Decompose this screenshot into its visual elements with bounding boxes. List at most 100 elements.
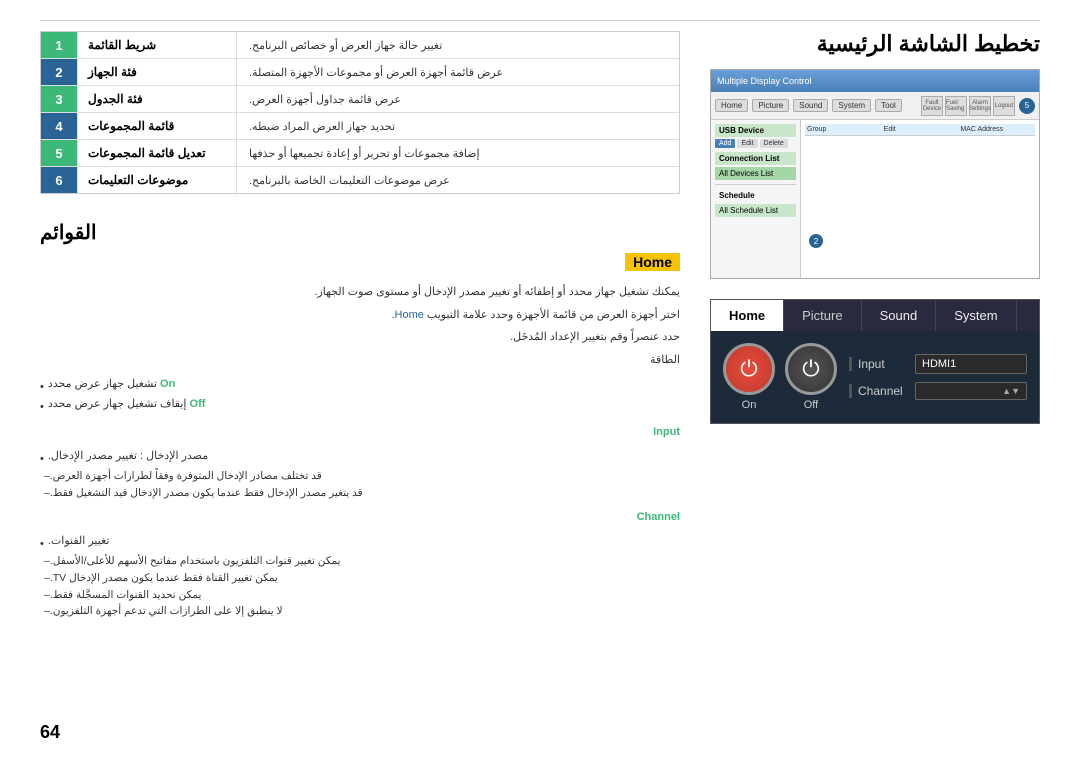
sw-col-mac: MAC Address [960,126,1033,133]
sw-titlebar: Multiple Display Control [711,70,1039,92]
channel-stepper[interactable]: ▲▼ [915,382,1027,400]
taqa-label: الطاقة [40,351,680,370]
sw-edit-btn[interactable]: Edit [737,139,757,148]
sw-content: USB Device Add Edit Delete Connection Li… [711,120,1039,279]
sw-divider [715,184,796,185]
row-desc-6: عرض موضوعات التعليمات الخاصة بالبرنامج. [237,167,679,193]
numbered-table: 1 شريط القائمة تغيير حالة جهاز العرض أو … [40,31,680,194]
sw-icon-fault: Fault Device [921,96,943,116]
sw-all-schedule: All Schedule List [715,204,796,217]
sw-device-icons: Fault Device Fuel Saving Alarm Settings … [921,96,1015,116]
sw-conn-label: Connection List [715,152,796,165]
sw-sidebar: USB Device Add Edit Delete Connection Li… [711,120,801,279]
sw-badge-2: 2 [809,234,823,248]
input-sub2: – قد يتغير مصدر الإدخال فقط عندما يكون م… [40,485,680,502]
channel-sub4: – لا ينطبق إلا على الطرازات التي تدعم أج… [40,603,680,620]
top-rule [40,20,1040,21]
tab-system[interactable]: System [936,300,1016,331]
sw-icon-logout: Logout [993,96,1015,116]
row-label-5: تعديل قائمة المجموعات [77,140,237,166]
tab-picture[interactable]: Picture [784,300,861,331]
off-label: Off [785,399,837,411]
row-number-3: 3 [41,86,77,112]
input-select[interactable]: HDMI1 [915,354,1027,374]
input-desc-bullet: • مصدر الإدخال : تغيير مصدر الإدخال. [40,448,680,469]
tab-sound[interactable]: Sound [862,300,937,331]
on-button[interactable]: ⏻ [723,343,775,395]
sw-toolbar: Home Picture Sound System Tool Fault Dev… [711,92,1039,120]
home-panel: Home Picture Sound System ⏻ ⏻ [710,299,1040,424]
sw-home-tab[interactable]: Home [715,99,748,112]
sw-add-btn[interactable]: Add [715,139,735,148]
table-row: 5 تعديل قائمة المجموعات إضافة مجموعات أو… [41,140,679,167]
qawayem-title: القوائم [40,220,97,245]
power-labels: On Off [723,399,837,411]
channel-sub2: – يمكن تغيير القناة فقط عندما يكون مصدر … [40,570,680,587]
channel-sub3: – يمكن تحديد القنوات المسجَّلة فقط. [40,587,680,604]
sw-system-tab[interactable]: System [832,99,871,112]
row-number-6: 6 [41,167,77,193]
row-label-2: فئة الجهاز [77,59,237,85]
channel-row: Channel ▲▼ [849,382,1027,400]
power-buttons: ⏻ ⏻ [723,343,837,395]
row-number-5: 5 [41,140,77,166]
row-label-6: موضوعات التعليمات [77,167,237,193]
row-desc-2: عرض قائمة أجهزة العرض أو مجموعات الأجهزة… [237,59,679,85]
row-number-2: 2 [41,59,77,85]
table-row: 2 فئة الجهاز عرض قائمة أجهزة العرض أو مج… [41,59,679,86]
sw-schedule-label: Schedule [715,189,796,202]
sw-tool-tab[interactable]: Tool [875,99,902,112]
sw-sound-tab[interactable]: Sound [793,99,828,112]
sw-col-edit: Edit [884,126,957,133]
row-label-3: فئة الجدول [77,86,237,112]
table-row: 3 فئة الجدول عرض قائمة جداول أجهزة العرض… [41,86,679,113]
row-desc-3: عرض قائمة جداول أجهزة العرض. [237,86,679,112]
controls-section: Input HDMI1 Channel ▲▼ [849,343,1027,411]
row-desc-1: تغيير حالة جهاز العرض أو خصائص البرنامج. [237,32,679,58]
qawayem-line3: حدد عنصراً وقم بتغيير الإعداد المُدخَل. [40,328,680,347]
power-off-icon: ⏻ [802,356,819,382]
sw-delete-btn[interactable]: Delete [760,139,788,148]
home-body: ⏻ ⏻ On Off [711,331,1039,423]
home-highlight-badge: Home [625,253,680,271]
input-sub1: – قد تختلف مصادر الإدخال المتوفرة وفقاً … [40,468,680,485]
input-label: Input [849,357,909,371]
power-section: ⏻ ⏻ On Off [723,343,837,411]
row-label-1: شريط القائمة [77,32,237,58]
on-label: On [723,399,775,411]
row-number-4: 4 [41,113,77,139]
qawayem-line2: اختر أجهزة العرض من قائمة الأجهزة وحدد ع… [40,306,680,325]
off-button[interactable]: ⏻ [785,343,837,395]
row-desc-4: تحديد جهاز العرض المراد ضبطه. [237,113,679,139]
sw-all-devices: All Devices List [715,167,796,180]
off-bullet: • Off إيقاف تشغيل جهاز عرض محدد [40,396,680,417]
on-bullet: • On تشغيل جهاز عرض محدد [40,376,680,397]
sw-badge-row: 2 [805,236,1035,250]
qawayem-intro: يمكنك تشغيل جهاز محدد أو إطفائه أو تغيير… [40,283,680,302]
tab-home[interactable]: Home [711,300,784,331]
input-row: Input HDMI1 [849,354,1027,374]
channel-desc-bullet: • تغيير القنوات. [40,533,680,554]
input-title: Input [40,423,680,442]
row-label-4: قائمة المجموعات [77,113,237,139]
sw-picture-tab[interactable]: Picture [752,99,789,112]
channel-label: Channel [849,384,909,398]
stepper-arrows: ▲▼ [1002,386,1020,396]
page-number: 64 [40,722,60,743]
channel-title: Channel [40,508,680,527]
sw-title-text: Multiple Display Control [717,76,812,86]
row-number-1: 1 [41,32,77,58]
home-ref: Home [395,309,424,321]
sw-usb-buttons: Add Edit Delete [715,139,796,148]
channel-sub1: – يمكن تغيير قنوات التلفزيون باستخدام مف… [40,553,680,570]
qawayem-section: القوائم Home يمكنك تشغيل جهاز محدد أو إط… [40,220,680,620]
sw-number-badge: 5 [1019,98,1035,114]
table-row: 4 قائمة المجموعات تحديد جهاز العرض المرا… [41,113,679,140]
table-row: 1 شريط القائمة تغيير حالة جهاز العرض أو … [41,32,679,59]
table-row: 6 موضوعات التعليمات عرض موضوعات التعليما… [41,167,679,193]
row-desc-5: إضافة مجموعات أو تحرير أو إعادة تجميعها … [237,140,679,166]
sw-table-body [805,136,1035,236]
sw-table-header: Group Edit MAC Address [805,124,1035,136]
page-title: تخطيط الشاشة الرئيسية [817,31,1040,57]
sw-icon-alarm: Alarm Settings [969,96,991,116]
